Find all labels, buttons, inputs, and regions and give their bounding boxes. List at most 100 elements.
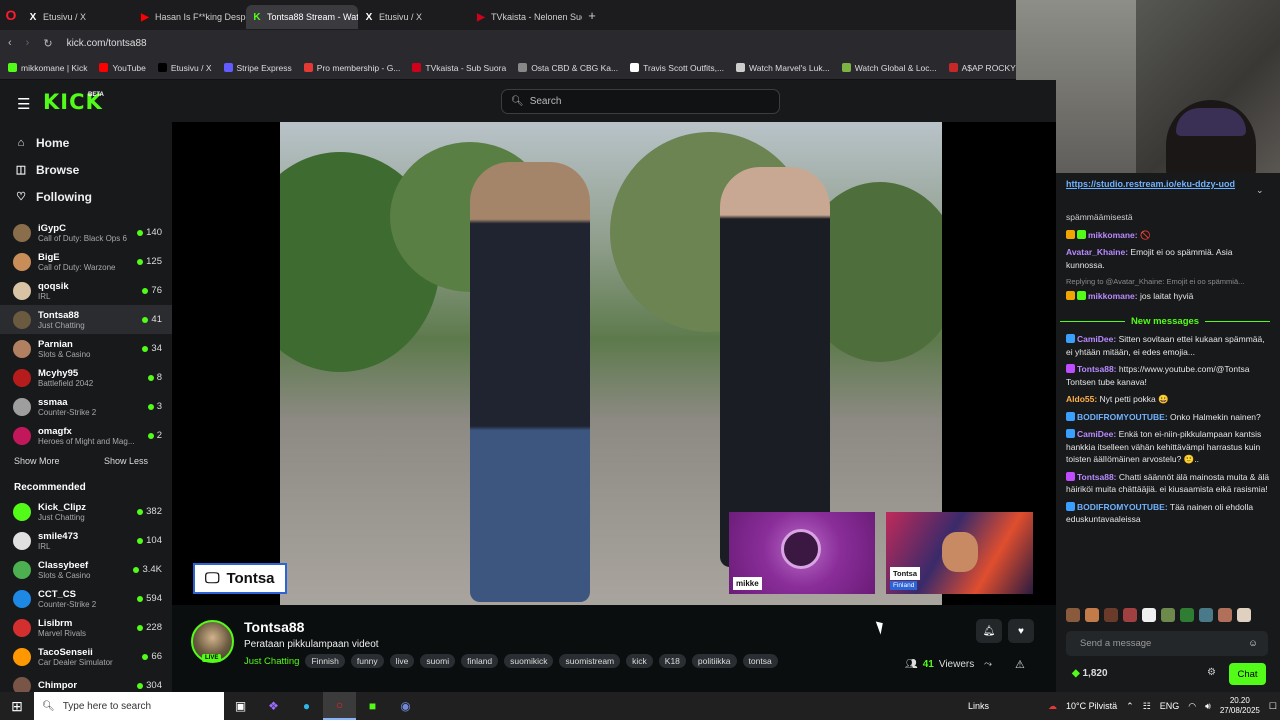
bookmark-item[interactable]: Etusivu / X (157, 63, 212, 73)
bookmark-item[interactable]: mikkomane | Kick (8, 63, 87, 73)
emote-icon[interactable] (1104, 608, 1118, 622)
stream-tag[interactable]: politiikka (691, 654, 737, 668)
nav-item-browse[interactable]: ◫ Browse (0, 156, 172, 183)
stream-category[interactable]: Just Chatting (244, 656, 299, 667)
channel-item[interactable]: CCT_CS Counter-Strike 2 594 (0, 584, 172, 613)
emote-icon[interactable] (1142, 608, 1156, 622)
report-warning-icon[interactable]: ⚠ (1015, 658, 1025, 671)
wifi-icon[interactable]: ◠ (1188, 701, 1196, 712)
hamburger-menu-icon[interactable]: ☰ (17, 95, 30, 113)
nav-item-following[interactable]: ♡ Following (0, 183, 172, 210)
browser-tab[interactable]: X Etusivu / X (358, 5, 470, 29)
pinned-message-link[interactable]: https://studio.restream.io/eku-ddzy-uod (1060, 178, 1272, 210)
channel-item[interactable]: Classybeef Slots & Casino 3.4K (0, 555, 172, 584)
edge-browser-icon[interactable]: ● (290, 692, 323, 720)
show-more-button[interactable]: Show More (14, 456, 60, 472)
chat-settings-gear-icon[interactable]: ⚙ (1207, 667, 1216, 678)
stream-tag[interactable]: K18 (658, 654, 686, 668)
bookmark-item[interactable]: A$AP ROCKY x PU... (948, 63, 1016, 73)
network-icon[interactable]: ☷ (1143, 701, 1151, 712)
taskbar-clock[interactable]: 20.20 27/08/2025 (1220, 696, 1260, 716)
new-tab-button[interactable]: + (582, 8, 602, 23)
chat-username[interactable]: BODIFROMYOUTUBE: (1077, 502, 1168, 512)
stream-tag[interactable]: live (389, 654, 415, 668)
volume-icon[interactable]: 🔊︎ (1205, 701, 1211, 712)
notifications-icon[interactable]: ☐ (1269, 701, 1277, 712)
chat-username[interactable]: BODIFROMYOUTUBE: (1077, 412, 1168, 422)
emote-icon[interactable] (1199, 608, 1213, 622)
channel-item[interactable]: TacoSenseii Car Dealer Simulator 66 (0, 642, 172, 671)
channel-item[interactable]: omagfx Heroes of Might and Mag... 2 (0, 421, 172, 450)
bookmark-item[interactable]: TVkaista - Sub Suora (412, 63, 506, 73)
search-input[interactable]: 🔍︎ Search (501, 89, 780, 114)
stream-tag[interactable]: funny (350, 654, 384, 668)
windows-start-icon[interactable]: ⊞ (0, 692, 34, 720)
show-less-button[interactable]: Show Less (104, 456, 148, 472)
back-icon[interactable]: ‹ (8, 37, 12, 49)
streamer-name[interactable]: Tontsa88 (244, 619, 304, 635)
opera-menu-icon[interactable]: O (0, 0, 22, 30)
bookmark-item[interactable]: Watch Marvel's Luk... (736, 63, 830, 73)
stream-tag[interactable]: suomi (420, 654, 456, 668)
channel-item[interactable]: Chimpor 304 (0, 671, 172, 692)
stream-tag[interactable]: tontsa (742, 654, 778, 668)
chat-username[interactable]: CamiDee: (1077, 334, 1116, 344)
stream-tag[interactable]: Finnish (305, 654, 345, 668)
forward-icon[interactable]: › (26, 37, 30, 49)
channel-item[interactable]: iGypC Call of Duty: Black Ops 6 140 (0, 218, 172, 247)
channel-item[interactable]: Mcyhy95 Battlefield 2042 8 (0, 363, 172, 392)
channel-item[interactable]: qoqsik IRL 76 (0, 276, 172, 305)
chat-username[interactable]: Aldo55: (1066, 394, 1097, 404)
channel-item[interactable]: Parnian Slots & Casino 34 (0, 334, 172, 363)
share-icon[interactable]: ⤳ (984, 659, 992, 670)
stream-tag[interactable]: kick (626, 654, 653, 668)
bookmark-item[interactable]: Travis Scott Outfits,... (630, 63, 724, 73)
channel-item[interactable]: BigE Call of Duty: Warzone 125 (0, 247, 172, 276)
chat-username[interactable]: Tontsa88: (1077, 472, 1117, 482)
chat-send-button[interactable]: Chat (1229, 663, 1266, 685)
browser-tab[interactable]: K Tontsa88 Stream - Watch (246, 5, 358, 29)
emote-picker-icon[interactable]: ☺ (1248, 638, 1258, 649)
emote-icon[interactable] (1180, 608, 1194, 622)
app-icon-colorful[interactable]: ❖ (257, 692, 290, 720)
follow-heart-button[interactable]: ♥ (1008, 619, 1034, 643)
bookmark-item[interactable]: Watch Global & Loc... (841, 63, 937, 73)
emote-icon[interactable] (1161, 608, 1175, 622)
bookmark-item[interactable]: Pro membership - G... (303, 63, 400, 73)
channel-item[interactable]: Lisibrm Marvel Rivals 228 (0, 613, 172, 642)
chevron-down-icon[interactable]: ⌄ (1256, 185, 1264, 196)
bookmark-item[interactable]: Stripe Express (223, 63, 292, 73)
task-view-icon[interactable]: ▣ (224, 692, 257, 720)
chat-username[interactable]: CamiDee: (1077, 429, 1116, 439)
chat-username[interactable]: mikkomane: (1088, 230, 1138, 240)
emote-icon[interactable] (1085, 608, 1099, 622)
channel-item[interactable]: Kick_Clipz Just Chatting 382 (0, 497, 172, 526)
chat-username[interactable]: mikkomane: (1088, 291, 1138, 301)
bookmark-item[interactable]: Osta CBD & CBG Ka... (518, 63, 618, 73)
discord-icon[interactable]: ◉ (389, 692, 422, 720)
opera-browser-icon[interactable]: ○ (323, 692, 356, 720)
channel-points[interactable]: ◆ 1,820 (1072, 668, 1108, 679)
bookmark-item[interactable]: YouTube (99, 63, 146, 73)
weather-text[interactable]: 10°C Pilvistä (1066, 701, 1117, 711)
links-toolbar[interactable]: Links (968, 701, 989, 711)
emote-icon[interactable] (1066, 608, 1080, 622)
taskbar-search-input[interactable]: 🔍︎ Type here to search (34, 692, 224, 720)
stream-tag[interactable]: suomistream (559, 654, 621, 668)
browser-tab[interactable]: ▶ Hasan Is F**king Desperat (134, 5, 246, 29)
language-indicator[interactable]: ENG (1160, 701, 1180, 711)
channel-item[interactable]: ssmaa Counter-Strike 2 3 (0, 392, 172, 421)
notification-bell-button[interactable]: 🔔︎ (976, 619, 1002, 643)
chat-username[interactable]: Tontsa88: (1077, 364, 1117, 374)
emote-icon[interactable] (1237, 608, 1251, 622)
nav-item-home[interactable]: ⌂ Home (0, 129, 172, 156)
reload-icon[interactable]: ↻ (43, 37, 52, 50)
spotify-like-icon[interactable]: ■ (356, 692, 389, 720)
emote-icon[interactable] (1123, 608, 1137, 622)
stream-tag[interactable]: finland (461, 654, 499, 668)
browser-tab[interactable]: ▶ TVkaista - Nelonen Suora (470, 5, 582, 29)
emote-icon[interactable] (1218, 608, 1232, 622)
chevron-up-icon[interactable]: ⌃ (1126, 701, 1134, 712)
channel-item[interactable]: Tontsa88 Just Chatting 41 (0, 305, 172, 334)
url-field[interactable]: kick.com/tontsa88 (67, 38, 147, 49)
